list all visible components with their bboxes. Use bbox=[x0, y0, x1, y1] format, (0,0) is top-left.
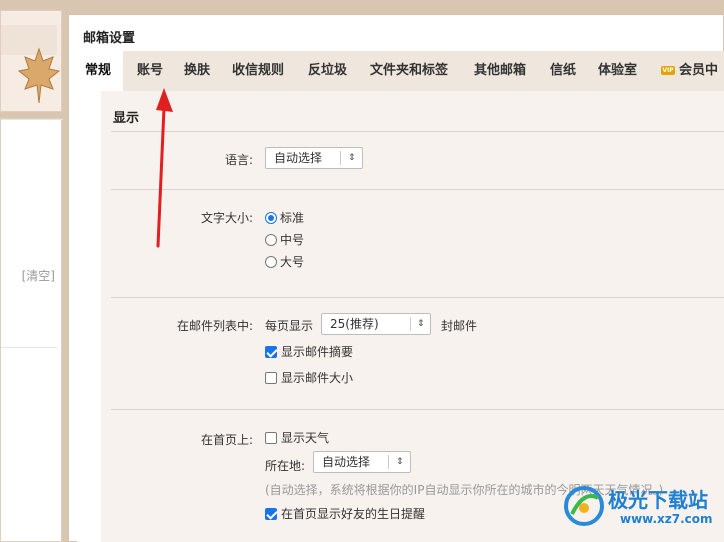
left-divider bbox=[1, 119, 63, 120]
checkbox-checked[interactable] bbox=[265, 345, 277, 358]
per-page-select[interactable]: 25(推荐) ⇕ bbox=[321, 313, 431, 335]
section-divider bbox=[111, 131, 724, 132]
checkbox-unchecked[interactable] bbox=[265, 431, 277, 444]
radio-checked[interactable] bbox=[265, 211, 277, 224]
annotation-arrow-icon bbox=[156, 88, 173, 248]
section-title: 显示 bbox=[113, 111, 140, 126]
language-select[interactable]: 自动选择 ⇕ bbox=[265, 147, 363, 169]
option-label: 显示天气 bbox=[281, 431, 330, 445]
language-label: 语言: bbox=[224, 153, 253, 167]
tab-skin[interactable]: 换肤 bbox=[184, 51, 210, 91]
mail-list-label: 在邮件列表中: bbox=[176, 319, 253, 333]
watermark-title: 极光下载站 bbox=[608, 488, 708, 512]
font-size-standard[interactable]: 标准 bbox=[265, 209, 304, 226]
page-title: 邮箱设置 bbox=[83, 31, 136, 46]
updown-arrow-icon: ⇕ bbox=[417, 319, 425, 329]
tab-anti-spam[interactable]: 反垃圾 bbox=[308, 51, 347, 91]
select-divider bbox=[410, 317, 411, 331]
option-label: 标准 bbox=[280, 211, 305, 225]
updown-arrow-icon: ⇕ bbox=[396, 457, 404, 467]
radio-unchecked[interactable] bbox=[265, 255, 277, 268]
tab-folders-labels[interactable]: 文件夹和标签 bbox=[370, 51, 448, 91]
option-label: 显示邮件摘要 bbox=[281, 345, 354, 359]
font-size-medium[interactable]: 中号 bbox=[265, 231, 304, 248]
tab-lab[interactable]: 体验室 bbox=[598, 51, 637, 91]
option-label: 在首页显示好友的生日提醒 bbox=[281, 507, 426, 521]
vip-icon: VIP bbox=[661, 66, 675, 75]
checkbox-unchecked[interactable] bbox=[265, 371, 277, 384]
tab-mail-rules[interactable]: 收信规则 bbox=[232, 51, 284, 91]
language-select-value: 自动选择 bbox=[274, 151, 323, 165]
per-page-value: 25(推荐) bbox=[330, 317, 379, 331]
left-banner bbox=[0, 10, 62, 112]
tab-stationery[interactable]: 信纸 bbox=[550, 51, 576, 91]
watermark-logo-icon bbox=[564, 486, 604, 526]
section-divider bbox=[111, 409, 724, 410]
radio-unchecked[interactable] bbox=[265, 233, 277, 246]
option-label: 大号 bbox=[280, 255, 305, 269]
watermark-url: www.xz7.com bbox=[620, 512, 713, 526]
tab-account[interactable]: 账号 bbox=[137, 51, 163, 91]
clear-link[interactable]: [清空] bbox=[22, 267, 55, 284]
option-label: 中号 bbox=[280, 233, 305, 247]
location-value: 自动选择 bbox=[322, 455, 371, 469]
location-label: 所在地: bbox=[265, 459, 306, 473]
left-panel: [清空] bbox=[0, 118, 63, 542]
maple-leaf-icon bbox=[17, 47, 61, 104]
per-page-prefix: 每页显示 bbox=[265, 319, 314, 333]
location-select[interactable]: 自动选择 ⇕ bbox=[313, 451, 411, 473]
tab-vip[interactable]: VIP 会员中 bbox=[661, 51, 718, 91]
show-birthday-option[interactable]: 在首页显示好友的生日提醒 bbox=[265, 505, 425, 522]
display-settings: 显示 语言: 自动选择 ⇕ 文字大小: 标准 中号 大号 在邮件列表中: 每页显… bbox=[101, 91, 724, 542]
left-divider bbox=[1, 347, 57, 348]
section-divider bbox=[111, 297, 724, 298]
option-label: 显示邮件大小 bbox=[281, 371, 354, 385]
tab-vip-label: 会员中 bbox=[679, 63, 719, 78]
select-divider bbox=[340, 151, 341, 165]
show-weather-option[interactable]: 显示天气 bbox=[265, 429, 329, 446]
section-divider bbox=[111, 189, 724, 190]
per-page-suffix: 封邮件 bbox=[441, 319, 478, 333]
tab-general[interactable]: 常规 bbox=[77, 51, 123, 91]
font-size-large[interactable]: 大号 bbox=[265, 253, 304, 270]
homepage-label: 在首页上: bbox=[200, 433, 253, 447]
tab-other-mailbox[interactable]: 其他邮箱 bbox=[474, 51, 526, 91]
show-size-option[interactable]: 显示邮件大小 bbox=[265, 369, 353, 386]
updown-arrow-icon: ⇕ bbox=[348, 153, 356, 163]
show-summary-option[interactable]: 显示邮件摘要 bbox=[265, 343, 353, 360]
select-divider bbox=[388, 455, 389, 469]
tab-bar: 常规 账号 换肤 收信规则 反垃圾 文件夹和标签 其他邮箱 信纸 体验室 VIP… bbox=[77, 51, 724, 91]
checkbox-checked[interactable] bbox=[265, 507, 277, 520]
